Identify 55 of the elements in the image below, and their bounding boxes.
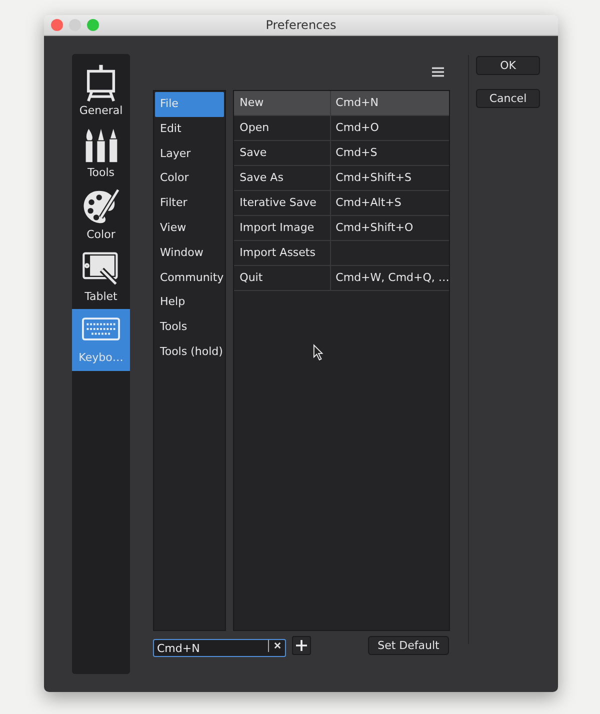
category-item[interactable]: Edit [155, 116, 224, 142]
action-cell: Save [234, 141, 331, 165]
category-item[interactable]: Tools (hold) [155, 340, 224, 365]
set-default-button[interactable]: Set Default [368, 636, 449, 655]
shortcut-cell-text: Cmd+S [334, 145, 378, 161]
sidebar-item[interactable]: Color [72, 183, 130, 245]
shortcut-row[interactable]: Open Cmd+O [234, 116, 450, 141]
category-item[interactable]: Color [155, 166, 224, 192]
shortcut-row[interactable]: Import Assets [234, 241, 450, 266]
sidebar-label: Tools [87, 166, 115, 179]
category-item[interactable]: Filter [155, 191, 224, 216]
sidebar-label: Color [86, 228, 116, 241]
action-cell: Import Assets [234, 241, 331, 265]
shortcut-cell-text: Cmd+O [334, 120, 380, 136]
action-cell: Quit [234, 266, 331, 290]
shortcut-row[interactable]: Import Image Cmd+Shift+O [234, 216, 450, 241]
category-item[interactable]: Window [155, 240, 224, 266]
category-item[interactable]: View [155, 216, 224, 241]
action-cell: Save As [234, 166, 331, 190]
shortcut-cell-text: Cmd+N [334, 95, 380, 111]
shortcut-cell-text: Cmd+W, Cmd+Q, … [334, 270, 450, 286]
window-title: Preferences [266, 18, 336, 32]
shortcut-row[interactable]: Save As Cmd+Shift+S [234, 166, 450, 191]
shortcut-cell-text: Cmd+Shift+S [334, 170, 412, 186]
shortcut-row[interactable]: Quit Cmd+W, Cmd+Q, … [234, 266, 450, 291]
sidebar-label: Keybo… [78, 350, 124, 364]
sidebar-label: Tablet [84, 290, 118, 303]
shortcut-cell-text: Cmd+Alt+S [334, 195, 402, 211]
action-cell: New [234, 91, 331, 115]
shortcut-row[interactable]: Iterative Save Cmd+Alt+S [234, 191, 450, 216]
sidebar-item[interactable]: General [72, 59, 130, 121]
category-item[interactable]: Help [155, 290, 224, 316]
clear-icon[interactable] [274, 642, 281, 649]
ok-button[interactable]: OK [476, 56, 540, 75]
menu-icon[interactable] [432, 67, 444, 77]
add-button[interactable] [292, 636, 311, 655]
sidebar-label: General [79, 104, 123, 117]
shortcut-row[interactable]: Save Cmd+S [234, 141, 450, 166]
sidebar-item[interactable]: Tools [72, 121, 130, 183]
tablet-icon [82, 250, 120, 288]
shortcut-row[interactable]: New Cmd+N [234, 91, 450, 116]
shortcut-cell-text: Cmd+Shift+O [334, 220, 414, 236]
plus-icon [296, 640, 307, 651]
action-cell: Iterative Save [234, 191, 331, 215]
cancel-button[interactable]: Cancel [476, 89, 540, 108]
keyboard-icon [82, 316, 120, 340]
action-cell: Open [234, 116, 331, 140]
palette-icon [82, 188, 120, 226]
pointer-icon [312, 344, 324, 361]
shortcut-field[interactable]: Cmd+N [153, 639, 286, 657]
category-item[interactable]: Layer [155, 142, 224, 166]
sidebar-item[interactable]: Tablet [72, 245, 130, 307]
category-item[interactable]: Tools [155, 315, 224, 340]
category-item[interactable]: Community [155, 266, 224, 290]
action-cell: Import Image [234, 216, 331, 240]
